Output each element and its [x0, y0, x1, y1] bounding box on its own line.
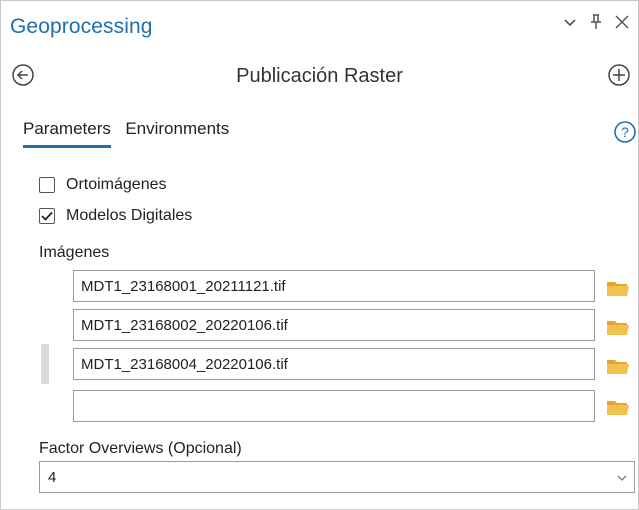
pane-title: Geoprocessing: [10, 15, 153, 38]
help-circle-icon[interactable]: ?: [613, 120, 637, 144]
tab-parameters[interactable]: Parameters: [23, 119, 111, 148]
factor-overviews-select[interactable]: 4: [39, 461, 635, 493]
add-circle-icon[interactable]: [607, 63, 631, 87]
svg-text:?: ?: [621, 124, 629, 140]
image-file-input-2[interactable]: [73, 309, 595, 341]
folder-icon[interactable]: [606, 278, 630, 298]
image-file-input-1[interactable]: [73, 270, 595, 302]
tab-environments[interactable]: Environments: [125, 119, 229, 145]
ortoimagenes-label: Ortoimágenes: [66, 176, 167, 193]
row-drag-handle[interactable]: [41, 344, 49, 384]
chevron-down-icon[interactable]: [559, 11, 581, 33]
pin-icon[interactable]: [585, 11, 607, 33]
factor-overviews-value: 4: [48, 469, 57, 486]
folder-icon[interactable]: [606, 356, 630, 376]
modelos-digitales-label: Modelos Digitales: [66, 207, 193, 224]
image-file-input-empty[interactable]: [73, 390, 595, 422]
close-icon[interactable]: [611, 11, 633, 33]
ortoimagenes-option[interactable]: Ortoimágenes: [39, 174, 167, 196]
checkmark-icon: [41, 211, 53, 221]
factor-overviews-label: Factor Overviews (Opcional): [39, 440, 242, 457]
folder-icon[interactable]: [606, 397, 630, 417]
folder-icon[interactable]: [606, 317, 630, 337]
tool-title: Publicación Raster: [236, 65, 403, 87]
modelos-digitales-option[interactable]: Modelos Digitales: [39, 205, 192, 227]
tab-strip: Parameters Environments: [23, 119, 239, 153]
image-file-input-3[interactable]: [73, 348, 595, 380]
chevron-down-icon: [617, 475, 627, 481]
imagenes-label: Imágenes: [39, 244, 110, 261]
modelos-digitales-checkbox[interactable]: [39, 208, 55, 224]
geoprocessing-pane: Geoprocessing Publicación Raster Paramet…: [0, 0, 639, 510]
ortoimagenes-checkbox[interactable]: [39, 177, 55, 193]
pane-titlebar: Geoprocessing: [1, 1, 638, 41]
